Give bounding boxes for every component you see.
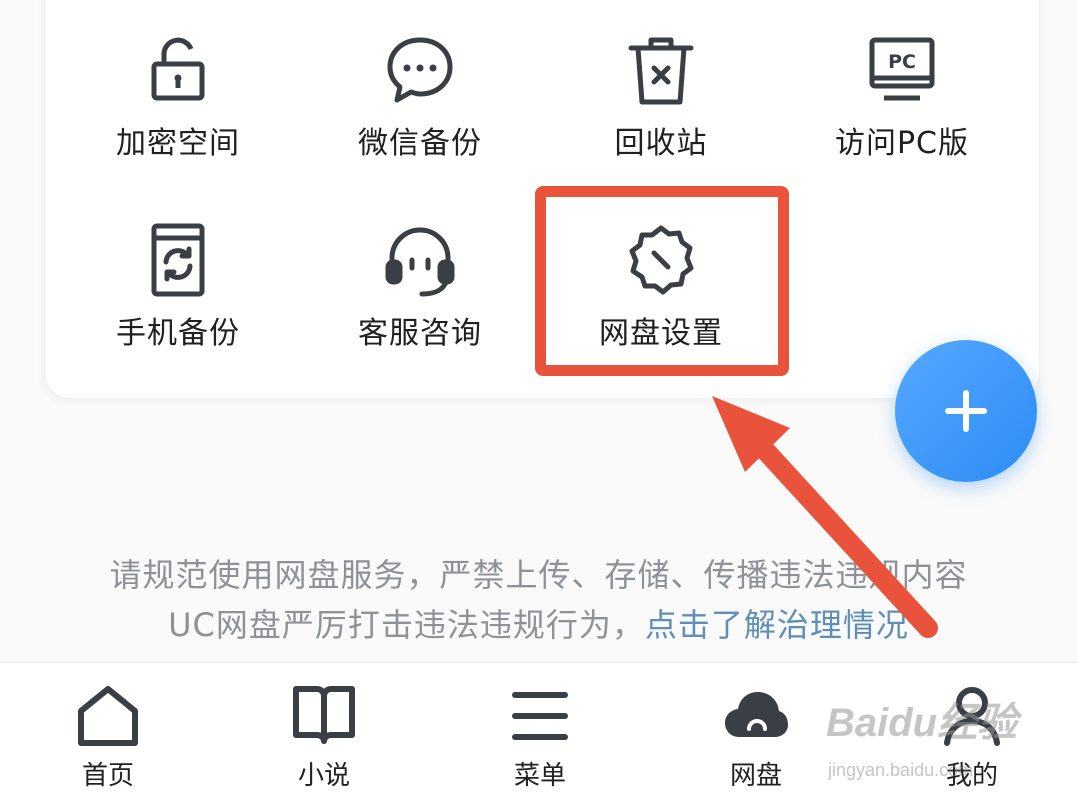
tab-menu[interactable]: 菜单 bbox=[480, 681, 600, 801]
tool-label: 访问PC版 bbox=[834, 126, 970, 161]
tool-wechat-backup[interactable]: 微信备份 bbox=[320, 30, 520, 180]
trash-icon bbox=[621, 30, 701, 110]
svg-text:PC: PC bbox=[888, 51, 916, 73]
tab-home[interactable]: 首页 bbox=[48, 681, 168, 801]
plus-icon bbox=[945, 390, 987, 432]
tab-novel[interactable]: 小说 bbox=[264, 681, 384, 801]
tab-label: 小说 bbox=[297, 761, 350, 791]
tool-label: 回收站 bbox=[614, 126, 708, 161]
notice-text: UC网盘严厉打击违法违规行为， bbox=[168, 606, 645, 644]
tool-phone-backup[interactable]: 手机备份 bbox=[78, 220, 278, 370]
phone-sync-icon bbox=[138, 220, 218, 300]
notice-line-2: UC网盘严厉打击违法违规行为，点击了解治理情况 bbox=[0, 600, 1077, 646]
tool-label: 客服咨询 bbox=[358, 316, 482, 351]
tab-label: 网盘 bbox=[729, 761, 782, 791]
baidu-watermark: Baidu经验 jingyan.baidu.com bbox=[826, 690, 1026, 785]
notice-line-1: 请规范使用网盘服务，严禁上传、存储、传播违法违规内容 bbox=[109, 556, 968, 594]
tool-encrypted-space[interactable]: 加密空间 bbox=[78, 30, 278, 180]
tool-recycle-bin[interactable]: 回收站 bbox=[561, 30, 761, 180]
watermark-brand: Baidu经验 bbox=[826, 701, 1018, 745]
watermark-url: jingyan.baidu.com bbox=[828, 760, 974, 780]
cloud-icon bbox=[721, 681, 791, 751]
tool-customer-service[interactable]: 客服咨询 bbox=[320, 220, 520, 370]
tab-cloud-drive[interactable]: 网盘 bbox=[696, 681, 816, 801]
tool-label: 微信备份 bbox=[358, 126, 482, 161]
pc-monitor-icon: PC bbox=[862, 30, 942, 110]
tab-label: 首页 bbox=[81, 761, 134, 791]
governance-link[interactable]: 点击了解治理情况 bbox=[645, 606, 909, 644]
menu-icon bbox=[505, 681, 575, 751]
book-icon bbox=[289, 681, 359, 751]
add-button[interactable] bbox=[895, 340, 1037, 482]
tool-label: 加密空间 bbox=[116, 126, 240, 161]
highlight-box bbox=[535, 186, 789, 376]
headset-icon bbox=[380, 220, 460, 300]
tab-label: 菜单 bbox=[513, 761, 566, 791]
tool-visit-pc[interactable]: PC 访问PC版 bbox=[802, 30, 1002, 180]
lock-icon bbox=[138, 30, 218, 110]
chat-bubble-icon bbox=[380, 30, 460, 110]
home-icon bbox=[73, 681, 143, 751]
tool-label: 手机备份 bbox=[116, 316, 240, 351]
